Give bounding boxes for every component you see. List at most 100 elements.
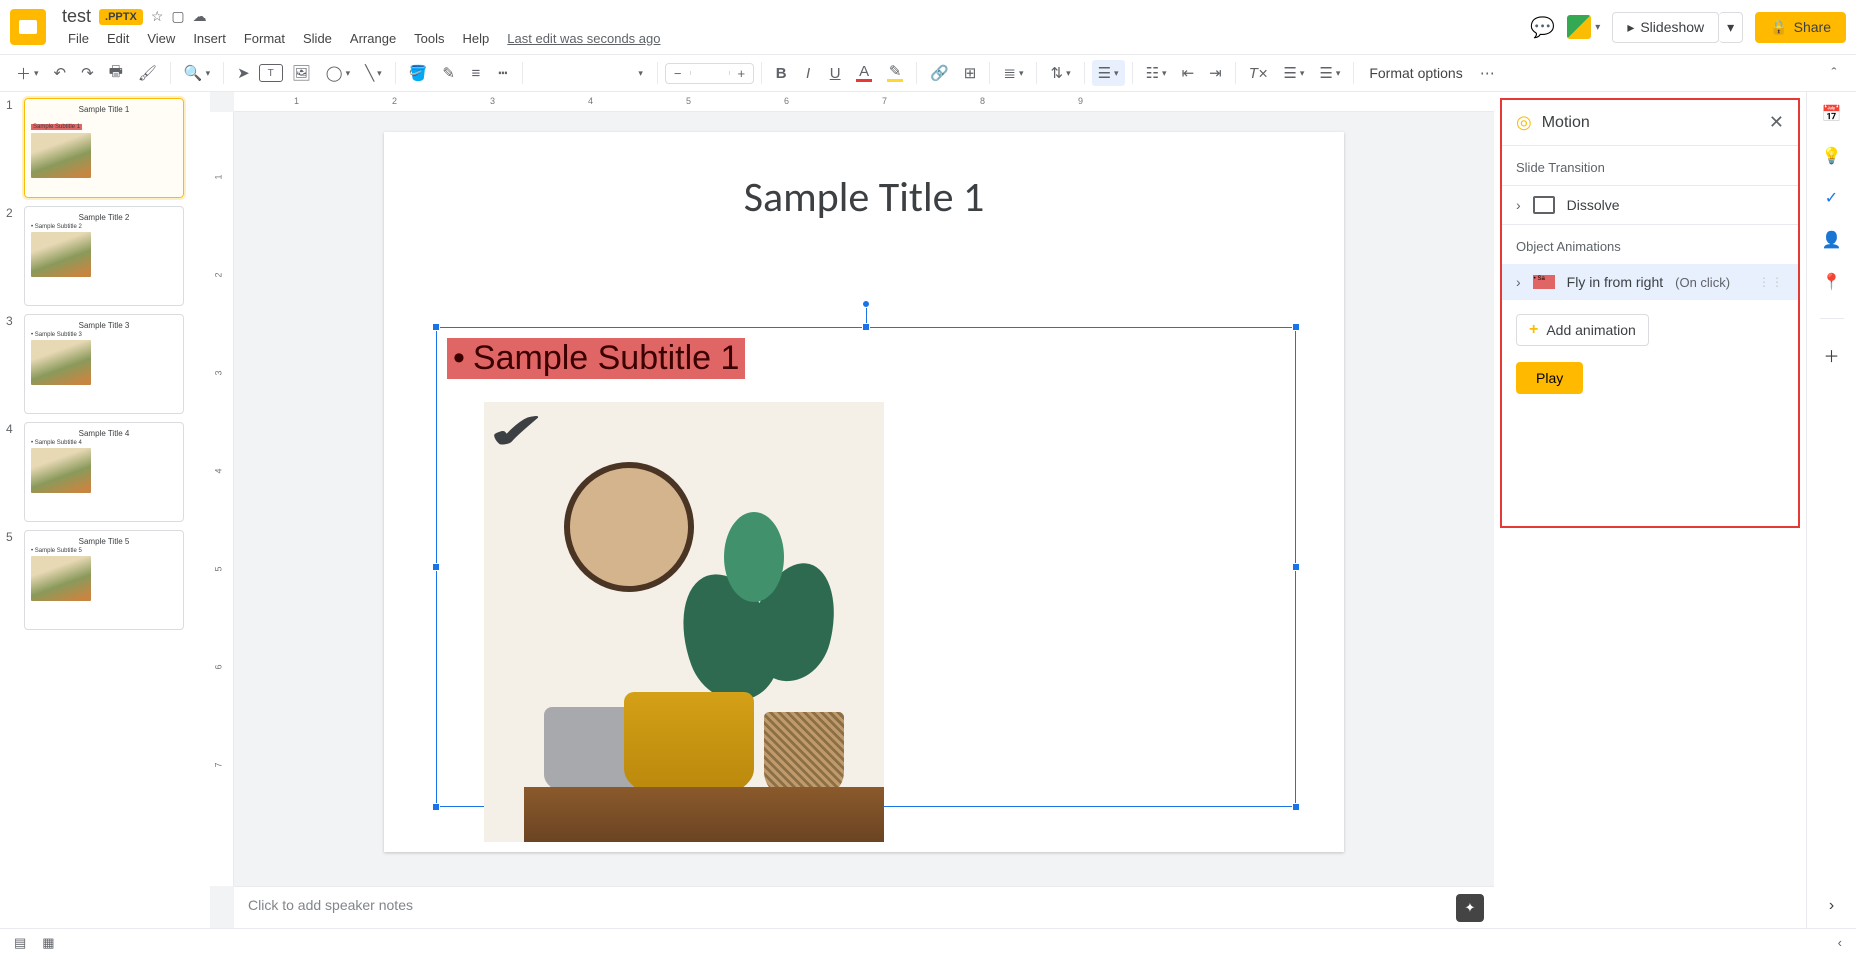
subtitle-text[interactable]: •Sample Subtitle 1 [447, 338, 745, 379]
increase-indent-button[interactable]: ⇥ [1203, 60, 1228, 86]
filmstrip-view-icon[interactable]: ▤ [14, 935, 26, 951]
undo-button[interactable]: ↶ [48, 60, 73, 86]
thumb-number: 3 [6, 314, 18, 414]
insert-comment-button[interactable]: ⊞ [958, 60, 983, 86]
format-options-button[interactable]: Format options [1361, 65, 1470, 81]
edit-status[interactable]: Last edit was seconds ago [507, 31, 660, 46]
border-dash-button[interactable]: ┅ [491, 60, 515, 86]
font-size-increase[interactable]: + [730, 64, 754, 83]
more-button[interactable]: ⋯ [1474, 60, 1501, 86]
line-spacing-button[interactable]: ⇅ [1044, 60, 1076, 86]
slide-thumbnail[interactable]: Sample Title 4• Sample Subtitle 4 [24, 422, 184, 522]
resize-handle[interactable] [432, 803, 440, 811]
thumb-title: Sample Title 2 [31, 213, 177, 222]
align-button[interactable]: ≣ [997, 60, 1029, 86]
hide-menus-button[interactable]: ˆ [1822, 60, 1846, 86]
border-color-button[interactable]: ✎ [436, 60, 461, 86]
textbox-tool[interactable]: T [259, 64, 283, 82]
decrease-indent-button[interactable]: ⇤ [1176, 60, 1201, 86]
thumb-title: Sample Title 3 [31, 321, 177, 330]
transition-row[interactable]: › Dissolve [1502, 185, 1798, 225]
add-animation-button[interactable]: + Add animation [1516, 314, 1649, 346]
animation-row[interactable]: › • Sa Fly in from right (On click) ⋮⋮ [1502, 264, 1798, 300]
more-list-button[interactable]: ☰ [1313, 60, 1346, 86]
share-button[interactable]: 🔒 Share [1755, 12, 1846, 43]
rotation-handle[interactable] [862, 300, 870, 308]
select-tool[interactable]: ➤ [231, 60, 256, 86]
slides-app-icon[interactable] [10, 9, 46, 45]
slideshow-dropdown[interactable]: ▾ [1719, 12, 1743, 43]
shape-tool[interactable]: ◯ [320, 60, 356, 86]
font-size-decrease[interactable]: − [666, 64, 690, 83]
slide-canvas[interactable]: Sample Title 1 •Sample Subtitle 1 [384, 132, 1344, 852]
contacts-icon[interactable]: 👤 [1822, 230, 1842, 250]
explore-button[interactable]: ✦ [1456, 894, 1484, 922]
redo-button[interactable]: ↷ [75, 60, 100, 86]
print-button[interactable]: 🖶 [103, 60, 129, 86]
maps-icon[interactable]: 📍 [1822, 272, 1842, 292]
slide-image[interactable]: ✔ [484, 402, 884, 842]
border-weight-button[interactable]: ≡ [464, 60, 488, 86]
menu-file[interactable]: File [62, 29, 95, 48]
resize-handle[interactable] [1292, 323, 1300, 331]
resize-handle[interactable] [1292, 803, 1300, 811]
collapse-filmstrip-icon[interactable]: ‹ [1838, 935, 1842, 950]
add-on-icon[interactable]: ＋ [1822, 345, 1842, 365]
slide-thumbnail[interactable]: Sample Title 5• Sample Subtitle 5 [24, 530, 184, 630]
move-icon[interactable]: ▢ [171, 8, 184, 25]
paint-format-button[interactable]: 🖌 [132, 60, 163, 86]
line-tool[interactable]: ╲ [359, 60, 388, 86]
zoom-button[interactable]: 🔍 [178, 60, 216, 86]
fill-color-button[interactable]: 🪣 [403, 60, 434, 86]
menu-format[interactable]: Format [238, 29, 291, 48]
slide-title[interactable]: Sample Title 1 [384, 172, 1344, 223]
star-icon[interactable]: ☆ [151, 8, 164, 25]
menu-edit[interactable]: Edit [101, 29, 135, 48]
menu-view[interactable]: View [141, 29, 181, 48]
font-size-value[interactable] [690, 71, 730, 75]
italic-button[interactable]: I [796, 60, 820, 86]
resize-handle[interactable] [862, 323, 870, 331]
slide-thumbnail[interactable]: Sample Title 2• Sample Subtitle 2 [24, 206, 184, 306]
slide-thumbnail[interactable]: Sample Title 3• Sample Subtitle 3 [24, 314, 184, 414]
bold-button[interactable]: B [769, 60, 793, 86]
keep-icon[interactable]: 💡 [1822, 146, 1842, 166]
menu-help[interactable]: Help [457, 29, 496, 48]
slide-wrap[interactable]: Sample Title 1 •Sample Subtitle 1 [234, 112, 1494, 886]
drag-handle-icon[interactable]: ⋮⋮ [1758, 275, 1784, 289]
calendar-icon[interactable]: 📅 [1822, 104, 1842, 124]
slide-thumbnail[interactable]: Sample Title 1Sample Subtitle 1 [24, 98, 184, 198]
vertical-ruler: 1234567 [210, 112, 234, 886]
image-tool[interactable]: 🖼 [286, 60, 317, 86]
tasks-icon[interactable]: ✓ [1822, 188, 1842, 208]
close-icon[interactable]: ✕ [1769, 112, 1784, 133]
document-title[interactable]: test [62, 6, 91, 27]
meet-button[interactable]: ▾ [1567, 15, 1600, 39]
insert-link-button[interactable]: 🔗 [924, 60, 955, 86]
slide-transition-label: Slide Transition [1502, 146, 1798, 185]
menu-tools[interactable]: Tools [408, 29, 450, 48]
numbered-list-button[interactable]: ☷ [1140, 60, 1173, 86]
comments-icon[interactable]: 💬 [1530, 15, 1555, 40]
menu-insert[interactable]: Insert [187, 29, 232, 48]
resize-handle[interactable] [432, 563, 440, 571]
resize-handle[interactable] [432, 323, 440, 331]
list-options-button[interactable]: ☰ [1277, 60, 1310, 86]
menu-slide[interactable]: Slide [297, 29, 338, 48]
thumb-row: 2Sample Title 2• Sample Subtitle 2 [6, 206, 204, 306]
underline-button[interactable]: U [823, 60, 847, 86]
slideshow-button[interactable]: ▸ Slideshow [1612, 12, 1719, 43]
font-name-select[interactable]: ▾ [530, 65, 650, 82]
bulleted-list-button[interactable]: ☰ [1092, 60, 1125, 86]
grid-view-icon[interactable]: ▦ [42, 935, 54, 951]
hide-side-panel-icon[interactable]: › [1822, 896, 1842, 916]
play-button[interactable]: Play [1516, 362, 1583, 394]
menu-arrange[interactable]: Arrange [344, 29, 402, 48]
text-color-button[interactable]: A [850, 60, 878, 86]
speaker-notes[interactable]: Click to add speaker notes [234, 886, 1494, 928]
cloud-status-icon[interactable]: ☁ [193, 8, 207, 25]
clear-formatting-button[interactable]: T✕ [1243, 60, 1275, 86]
resize-handle[interactable] [1292, 563, 1300, 571]
new-slide-button[interactable]: ＋ [10, 60, 45, 86]
highlight-color-button[interactable]: ✎ [881, 60, 909, 86]
